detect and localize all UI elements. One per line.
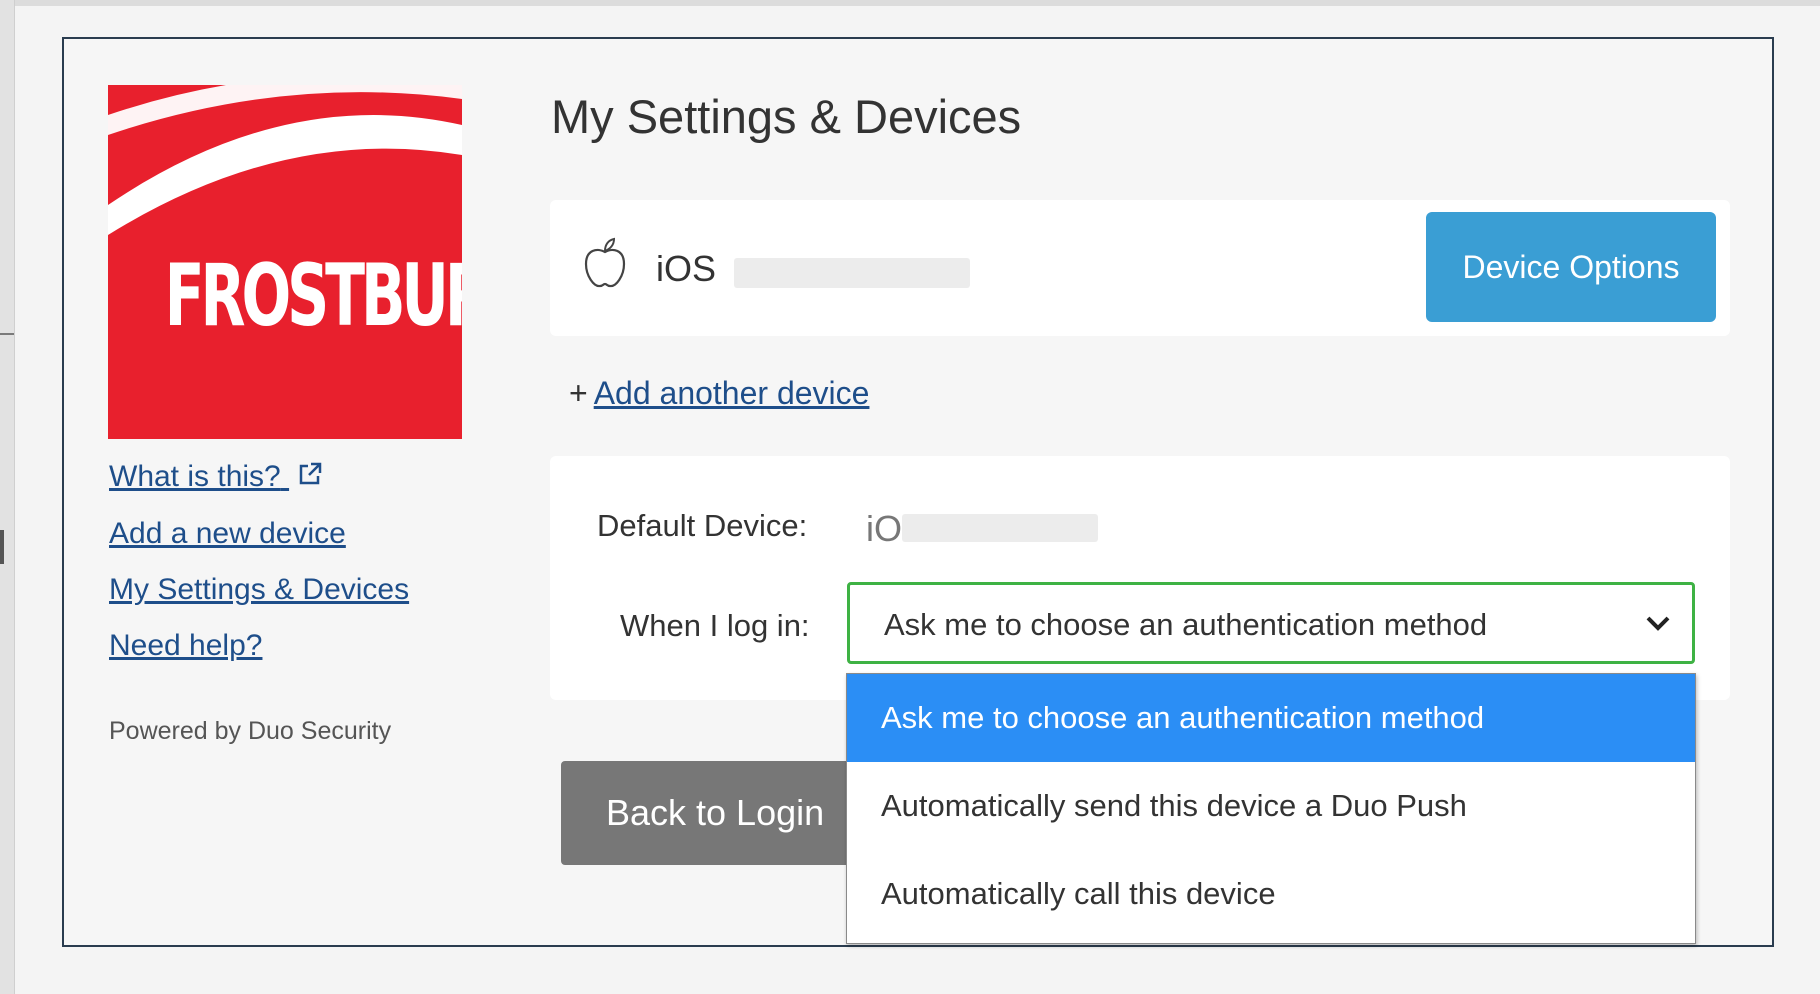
redacted-phone-number — [734, 258, 970, 288]
sidebar-link-label: What is this? — [109, 460, 281, 493]
dropdown-option-call[interactable]: Automatically call this device — [847, 850, 1695, 938]
apple-icon — [582, 236, 628, 295]
device-card: iOS Device Options — [550, 200, 1730, 336]
top-strip — [0, 0, 1820, 6]
add-another-device-link[interactable]: Add another device — [594, 375, 870, 411]
external-link-icon — [297, 460, 323, 496]
sidebar-link-need-help[interactable]: Need help? — [109, 628, 409, 664]
device-options-button[interactable]: Device Options — [1426, 212, 1716, 322]
sidebar-link-add-device[interactable]: Add a new device — [109, 516, 409, 552]
add-another-device: + Add another device — [569, 375, 869, 412]
add-device-prefix: + — [569, 375, 588, 411]
sidebar-links: What is this? Add a new device My Settin… — [109, 459, 409, 684]
when-login-label: When I log in: — [620, 608, 810, 643]
redacted-default-number — [902, 514, 1098, 542]
chevron-down-icon — [1644, 611, 1672, 640]
frostburg-logo: FROSTBURG — [108, 85, 462, 439]
background-glyph — [0, 530, 4, 564]
settings-card: Default Device: iOS : When I log in: Ask… — [550, 456, 1730, 700]
sidebar-link-what-is-this[interactable]: What is this? — [109, 459, 409, 496]
login-method-select[interactable]: Ask me to choose an authentication metho… — [847, 582, 1695, 664]
dropdown-option-choose[interactable]: Ask me to choose an authentication metho… — [847, 674, 1695, 762]
login-method-selected: Ask me to choose an authentication metho… — [884, 607, 1488, 642]
dropdown-option-push[interactable]: Automatically send this device a Duo Pus… — [847, 762, 1695, 850]
sidebar-link-settings[interactable]: My Settings & Devices — [109, 572, 409, 608]
login-method-dropdown: Ask me to choose an authentication metho… — [846, 673, 1696, 944]
device-name: iOS — [656, 248, 717, 289]
background-divider — [0, 333, 14, 335]
background-page-edge — [0, 0, 15, 994]
logo-wordmark: FROSTBURG — [164, 246, 462, 346]
page-title: My Settings & Devices — [551, 90, 1022, 143]
default-device-label: Default Device: — [597, 508, 808, 543]
powered-by-text: Powered by Duo Security — [109, 717, 392, 745]
back-to-login-button[interactable]: Back to Login — [561, 761, 891, 865]
